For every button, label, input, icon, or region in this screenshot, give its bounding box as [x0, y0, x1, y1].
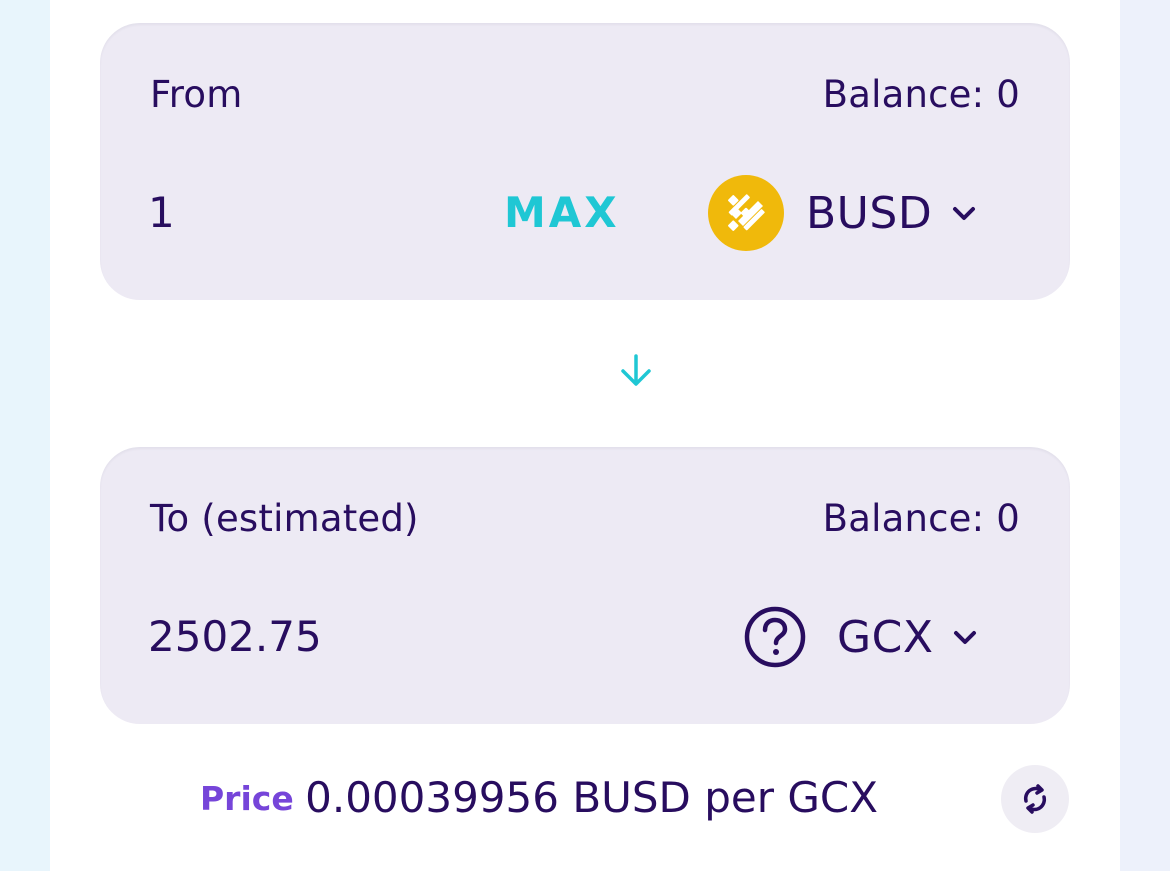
to-token-symbol: GCX	[837, 611, 934, 663]
to-amount-input[interactable]	[148, 612, 448, 661]
from-amount-input[interactable]	[148, 188, 448, 237]
busd-logo-icon	[708, 175, 784, 251]
refresh-icon[interactable]	[1001, 765, 1069, 833]
page-background: From Balance: 0 MAX	[0, 0, 1170, 871]
to-balance: Balance: 0	[822, 497, 1020, 540]
price-value: 0.00039956 BUSD per GCX	[305, 773, 878, 822]
chevron-down-icon	[948, 197, 980, 229]
from-panel: From Balance: 0 MAX	[100, 23, 1070, 300]
from-token-select[interactable]: BUSD	[708, 174, 980, 252]
price-label: Price	[200, 779, 294, 818]
from-balance: Balance: 0	[822, 73, 1020, 116]
swap-card: From Balance: 0 MAX	[50, 0, 1120, 871]
from-label: From	[150, 73, 243, 116]
chevron-down-icon	[949, 621, 981, 653]
to-panel: To (estimated) Balance: 0 GCX	[100, 447, 1070, 724]
max-button[interactable]: MAX	[504, 188, 620, 237]
from-token-symbol: BUSD	[806, 187, 933, 239]
arrow-down-icon[interactable]	[616, 350, 656, 390]
question-circle-icon	[743, 605, 807, 669]
to-token-select[interactable]: GCX	[743, 598, 981, 676]
to-label: To (estimated)	[150, 497, 419, 540]
